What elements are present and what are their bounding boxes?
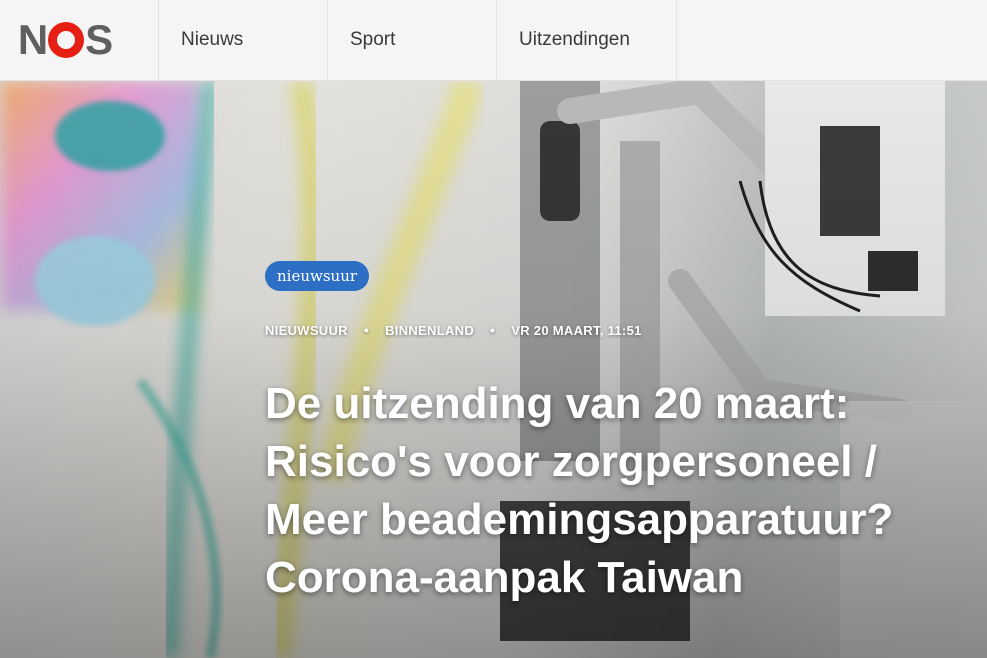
nav-nieuws[interactable]: Nieuws	[159, 0, 328, 80]
logo-red-o-icon	[48, 22, 85, 58]
nav-sport-label: Sport	[350, 29, 396, 50]
logo-letter-s: S	[85, 16, 113, 63]
nav-sport[interactable]: Sport	[328, 0, 497, 80]
meta-separator: •	[490, 322, 496, 338]
meta-datetime: VR 20 MAART, 11:51	[511, 322, 642, 338]
article-meta: NIEUWSUUR • BINNENLAND • VR 20 MAART, 11…	[265, 322, 642, 338]
program-badge[interactable]: nieuwsuur	[265, 261, 370, 291]
headline-line: Corona-aanpak Taiwan	[265, 553, 744, 602]
logo-link[interactable]: N S	[0, 0, 159, 80]
headline-line: Risico's voor zorgpersoneel /	[265, 437, 877, 486]
site-header: N S Nieuws Sport Uitzendingen	[0, 0, 987, 81]
meta-program: NIEUWSUUR	[265, 322, 348, 338]
nav-uitzendingen[interactable]: Uitzendingen	[497, 0, 677, 80]
logo-letter-n: N	[17, 16, 48, 63]
meta-category: BINNENLAND	[385, 322, 475, 338]
nav-uitzendingen-label: Uitzendingen	[519, 29, 630, 50]
headline-line: De uitzending van 20 maart:	[265, 379, 850, 428]
meta-separator: •	[363, 322, 370, 338]
headline-line: Meer beademingsapparatuur?	[265, 495, 894, 544]
nav-nieuws-label: Nieuws	[181, 29, 244, 50]
nos-logo: N S	[17, 16, 113, 64]
article-headline[interactable]: De uitzending van 20 maart: Risico's voo…	[265, 375, 985, 607]
hero-article[interactable]: nieuwsuur NIEUWSUUR • BINNENLAND • VR 20…	[0, 81, 987, 658]
